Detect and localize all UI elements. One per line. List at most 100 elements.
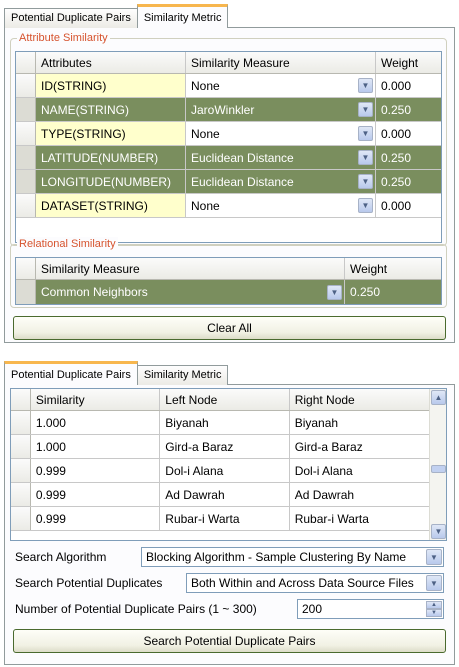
attribute-row[interactable]: TYPE(STRING) None ▼ 0.000: [16, 122, 441, 146]
column-header-right-node[interactable]: Right Node: [290, 389, 429, 410]
chevron-down-icon[interactable]: ▼: [426, 575, 442, 591]
right-node-cell[interactable]: Gird-a Baraz: [290, 435, 429, 458]
similarity-measure-combo[interactable]: Euclidean Distance ▼: [186, 170, 376, 193]
row-header[interactable]: [16, 74, 36, 97]
row-header[interactable]: [16, 280, 36, 304]
similarity-measure-combo[interactable]: JaroWinkler ▼: [186, 98, 376, 121]
search-algorithm-select[interactable]: Blocking Algorithm - Sample Clustering B…: [141, 547, 444, 567]
similarity-measure-combo[interactable]: None ▼: [186, 74, 376, 97]
attribute-name-cell[interactable]: DATASET(STRING): [36, 194, 186, 217]
weight-cell[interactable]: 0.250: [376, 98, 441, 121]
similarity-measure-combo[interactable]: None ▼: [186, 122, 376, 145]
row-header[interactable]: [16, 194, 36, 217]
chevron-down-icon[interactable]: ▼: [358, 198, 373, 213]
column-header-similarity-measure[interactable]: Similarity Measure: [36, 258, 345, 279]
similarity-cell[interactable]: 1.000: [31, 411, 161, 434]
similarity-cell[interactable]: 0.999: [31, 459, 161, 482]
num-pairs-label: Number of Potential Duplicate Pairs (1 ~…: [15, 602, 257, 616]
weight-cell[interactable]: 0.000: [376, 74, 441, 97]
column-header-weight[interactable]: Weight: [376, 52, 441, 73]
chevron-down-icon[interactable]: ▼: [358, 126, 373, 141]
tab-similarity-metric[interactable]: Similarity Metric: [136, 365, 229, 385]
relational-row[interactable]: Common Neighbors ▼ 0.250: [16, 280, 441, 304]
attribute-name-cell[interactable]: ID(STRING): [36, 74, 186, 97]
similarity-measure-combo[interactable]: Euclidean Distance ▼: [186, 146, 376, 169]
potential-duplicate-pairs-panel: Potential Duplicate Pairs Similarity Met…: [0, 357, 459, 667]
num-pairs-spinner[interactable]: 200 ▲ ▼: [297, 599, 444, 619]
similarity-cell[interactable]: 0.999: [31, 507, 161, 530]
chevron-down-icon[interactable]: ▼: [358, 174, 373, 189]
column-header-weight[interactable]: Weight: [345, 258, 441, 279]
relational-similarity-group: Relational Similarity Similarity Measure…: [10, 237, 447, 308]
column-header-attributes[interactable]: Attributes: [36, 52, 186, 73]
potential-duplicate-pairs-tab-body: Similarity Left Node Right Node 1.000 Bi…: [4, 384, 455, 665]
weight-cell[interactable]: 0.000: [376, 194, 441, 217]
right-node-cell[interactable]: Dol-i Alana: [290, 459, 429, 482]
clear-all-button[interactable]: Clear All: [13, 316, 446, 340]
chevron-down-icon[interactable]: ▼: [358, 78, 373, 93]
similarity-cell[interactable]: 0.999: [31, 483, 161, 506]
chevron-down-icon[interactable]: ▼: [327, 284, 342, 300]
right-node-cell[interactable]: Biyanah: [290, 411, 429, 434]
similarity-metric-tab-body: Attribute Similarity Attributes Similari…: [4, 27, 455, 343]
column-header-left-node[interactable]: Left Node: [160, 389, 290, 410]
chevron-down-icon[interactable]: ▼: [358, 150, 373, 165]
tab-similarity-metric[interactable]: Similarity Metric: [136, 4, 229, 28]
attribute-row[interactable]: LATITUDE(NUMBER) Euclidean Distance ▼ 0.2…: [16, 146, 441, 170]
row-header[interactable]: [11, 411, 31, 434]
chevron-up-icon[interactable]: ▲: [431, 390, 446, 405]
row-header[interactable]: [16, 146, 36, 169]
column-header-similarity-measure[interactable]: Similarity Measure: [186, 52, 376, 73]
num-pairs-value[interactable]: 200: [302, 602, 322, 616]
scrollbar-thumb[interactable]: [431, 465, 446, 473]
row-header[interactable]: [16, 170, 36, 193]
vertical-scrollbar[interactable]: ▲ ▼: [429, 389, 446, 540]
row-header[interactable]: [11, 459, 31, 482]
left-node-cell[interactable]: Dol-i Alana: [160, 459, 290, 482]
search-potential-duplicates-button[interactable]: Search Potential Duplicate Pairs: [13, 629, 446, 653]
attribute-name-cell[interactable]: LATITUDE(NUMBER): [36, 146, 186, 169]
search-duplicates-select[interactable]: Both Within and Across Data Source Files…: [186, 573, 444, 593]
spin-down-button[interactable]: ▼: [426, 609, 442, 617]
row-header[interactable]: [11, 483, 31, 506]
chevron-down-icon[interactable]: ▼: [431, 524, 446, 539]
attribute-row[interactable]: NAME(STRING) JaroWinkler ▼ 0.250: [16, 98, 441, 122]
weight-cell[interactable]: 0.000: [376, 122, 441, 145]
attribute-name-cell[interactable]: TYPE(STRING): [36, 122, 186, 145]
right-node-cell[interactable]: Ad Dawrah: [290, 483, 429, 506]
left-node-cell[interactable]: Gird-a Baraz: [160, 435, 290, 458]
relational-weight-cell[interactable]: 0.250: [345, 280, 441, 304]
right-node-cell[interactable]: Rubar-i Warta: [290, 507, 429, 530]
duplicate-pair-row[interactable]: 0.999 Rubar-i Warta Rubar-i Warta: [11, 507, 429, 531]
spin-updown-icon[interactable]: ▲ ▼: [426, 601, 442, 617]
row-header[interactable]: [11, 435, 31, 458]
duplicate-pair-row[interactable]: 1.000 Gird-a Baraz Gird-a Baraz: [11, 435, 429, 459]
column-header-similarity[interactable]: Similarity: [31, 389, 161, 410]
chevron-down-icon[interactable]: ▼: [358, 102, 373, 117]
row-header[interactable]: [16, 122, 36, 145]
relational-measure-value: Common Neighbors: [41, 285, 148, 299]
spin-up-button[interactable]: ▲: [426, 601, 442, 609]
tab-potential-duplicate-pairs[interactable]: Potential Duplicate Pairs: [4, 361, 138, 385]
weight-cell[interactable]: 0.250: [376, 146, 441, 169]
row-header[interactable]: [11, 507, 31, 530]
attribute-name-cell[interactable]: LONGITUDE(NUMBER): [36, 170, 186, 193]
left-node-cell[interactable]: Biyanah: [160, 411, 290, 434]
similarity-measure-combo[interactable]: None ▼: [186, 194, 376, 217]
attribute-name-cell[interactable]: NAME(STRING): [36, 98, 186, 121]
attribute-row[interactable]: DATASET(STRING) None ▼ 0.000: [16, 194, 441, 218]
left-node-cell[interactable]: Rubar-i Warta: [160, 507, 290, 530]
similarity-cell[interactable]: 1.000: [31, 435, 161, 458]
tab-potential-duplicate-pairs[interactable]: Potential Duplicate Pairs: [4, 8, 138, 28]
chevron-down-icon[interactable]: ▼: [426, 549, 442, 565]
attribute-row[interactable]: LONGITUDE(NUMBER) Euclidean Distance ▼ 0.…: [16, 170, 441, 194]
attribute-row[interactable]: ID(STRING) None ▼ 0.000: [16, 74, 441, 98]
duplicate-pair-row[interactable]: 0.999 Dol-i Alana Dol-i Alana: [11, 459, 429, 483]
relational-measure-combo[interactable]: Common Neighbors ▼: [36, 280, 345, 304]
duplicate-pair-row[interactable]: 1.000 Biyanah Biyanah: [11, 411, 429, 435]
row-header[interactable]: [16, 98, 36, 121]
weight-cell[interactable]: 0.250: [376, 170, 441, 193]
search-algorithm-label: Search Algorithm: [15, 550, 107, 564]
left-node-cell[interactable]: Ad Dawrah: [160, 483, 290, 506]
duplicate-pair-row[interactable]: 0.999 Ad Dawrah Ad Dawrah: [11, 483, 429, 507]
